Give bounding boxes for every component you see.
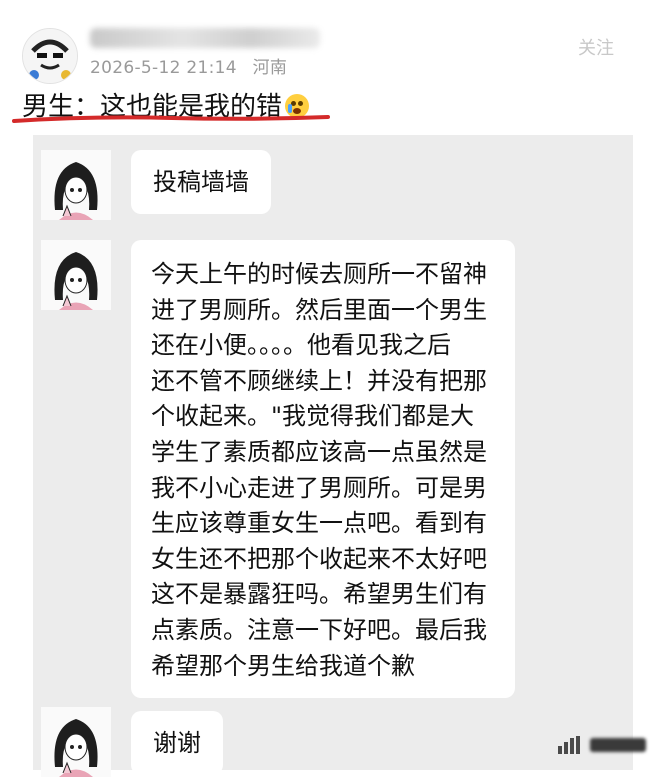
chat-screenshot: 投稿墙墙 今天上午的时候去厕所一不留神 进了男厕所。然后里面一个男生 还在小便。… [33, 135, 633, 777]
follow-button[interactable]: 关注 [566, 35, 626, 63]
watermark-text-redacted [590, 738, 646, 752]
anime-girl-avatar-icon[interactable] [41, 707, 111, 777]
red-underline-mark [12, 115, 330, 123]
message-text: 投稿墙墙 [153, 168, 249, 196]
message-line: 这不是暴露狂吗。希望男生们有 [151, 580, 487, 609]
meme-face-icon [23, 29, 77, 83]
message-bubble: 谢谢 [131, 711, 223, 775]
watermark-logo-icon [558, 736, 588, 754]
message-text: 谢谢 [153, 729, 201, 757]
message-line: 进了男厕所。然后里面一个男生 [151, 295, 487, 324]
author-avatar[interactable] [22, 28, 78, 84]
message-bubble: 投稿墙墙 [131, 150, 271, 214]
message-line: 点素质。注意一下好吧。最后我 [151, 615, 487, 644]
anime-girl-avatar-icon[interactable] [41, 240, 111, 310]
message-line: 女生还不把那个收起来不太好吧 [151, 544, 487, 573]
message-line: 学生了素质都应该高一点虽然是 [151, 437, 487, 466]
post-header: 2026-5-12 21:14 河南 关注 [0, 0, 660, 88]
post-meta: 2026-5-12 21:14 河南 [90, 53, 287, 78]
message-bubble: 今天上午的时候去厕所一不留神 进了男厕所。然后里面一个男生 还在小便。。。。他看… [131, 240, 515, 699]
message-line: 我不小心走进了男厕所。可是男 [151, 473, 487, 502]
message-line: 希望那个男生给我道个歉 [151, 651, 415, 680]
post-location: 河南 [252, 58, 288, 78]
message-line: 生应该尊重女生一点吧。看到有 [151, 509, 487, 538]
anime-girl-avatar-icon[interactable] [41, 150, 111, 220]
username-redacted [90, 28, 320, 48]
post-timestamp: 2026-5-12 21:14 [90, 58, 237, 78]
watermark [558, 736, 646, 754]
message-line: 个收起来。"我觉得我们都是大 [151, 402, 475, 431]
message-line: 还不管不顾继续上！并没有把那 [151, 366, 487, 395]
message-line: 今天上午的时候去厕所一不留神 [151, 260, 487, 288]
message-line: 还在小便。。。。他看见我之后 [151, 331, 451, 360]
